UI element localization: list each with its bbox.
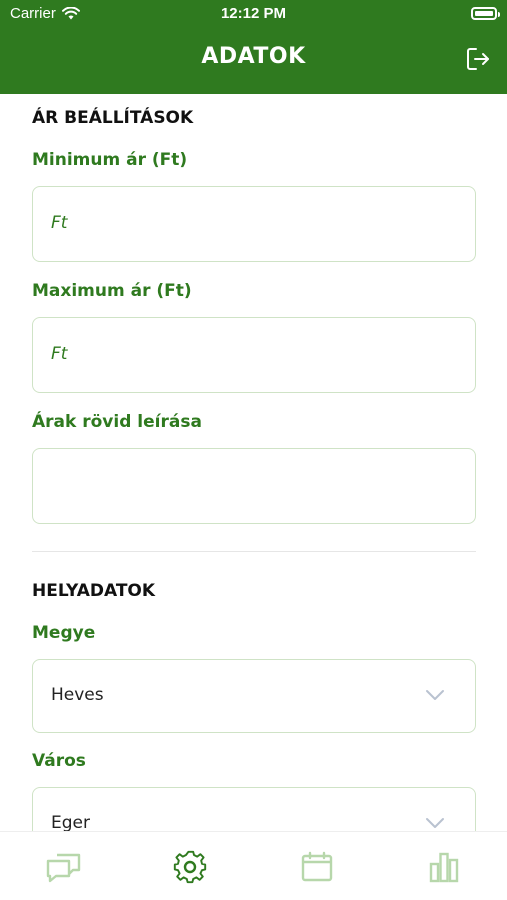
location-title: HELYADATOK	[32, 581, 156, 601]
county-value: Heves	[51, 685, 104, 705]
tab-messages[interactable]	[44, 848, 84, 886]
chevron-down-icon	[426, 818, 444, 828]
form-content[interactable]: ÁR BEÁLLÍTÁSOK Minimum ár (Ft) Ft Maximu…	[0, 94, 507, 831]
county-label: Megye	[32, 623, 96, 643]
tab-statistics[interactable]	[424, 848, 464, 886]
tab-calendar[interactable]	[297, 848, 337, 886]
section-divider	[32, 551, 476, 552]
price-description-label: Árak rövid leírása	[32, 412, 202, 432]
min-price-input[interactable]: Ft	[32, 186, 476, 262]
page-title: ADATOK	[201, 44, 306, 69]
chat-icon	[46, 853, 81, 883]
gear-icon	[173, 850, 207, 884]
max-price-label: Maximum ár (Ft)	[32, 281, 192, 301]
calendar-icon	[301, 851, 333, 882]
price-settings-title: ÁR BEÁLLÍTÁSOK	[32, 108, 194, 128]
city-label: Város	[32, 751, 86, 771]
min-price-placeholder: Ft	[51, 213, 68, 233]
max-price-input[interactable]: Ft	[32, 317, 476, 393]
top-bar: Carrier 12:12 PM ADATOK	[0, 0, 507, 94]
city-value: Eger	[51, 813, 90, 831]
status-bar: Carrier 12:12 PM	[0, 0, 507, 28]
county-select[interactable]: Heves	[32, 659, 476, 733]
chevron-down-icon	[426, 690, 444, 700]
min-price-label: Minimum ár (Ft)	[32, 150, 188, 170]
bar-chart-icon	[429, 852, 459, 883]
max-price-placeholder: Ft	[51, 344, 68, 364]
tab-bar	[0, 831, 507, 900]
tab-settings[interactable]	[170, 848, 210, 886]
logout-icon[interactable]	[465, 46, 491, 72]
city-select[interactable]: Eger	[32, 787, 476, 831]
battery-icon	[471, 7, 500, 20]
status-time: 12:12 PM	[220, 5, 287, 22]
price-description-input[interactable]	[32, 448, 476, 524]
